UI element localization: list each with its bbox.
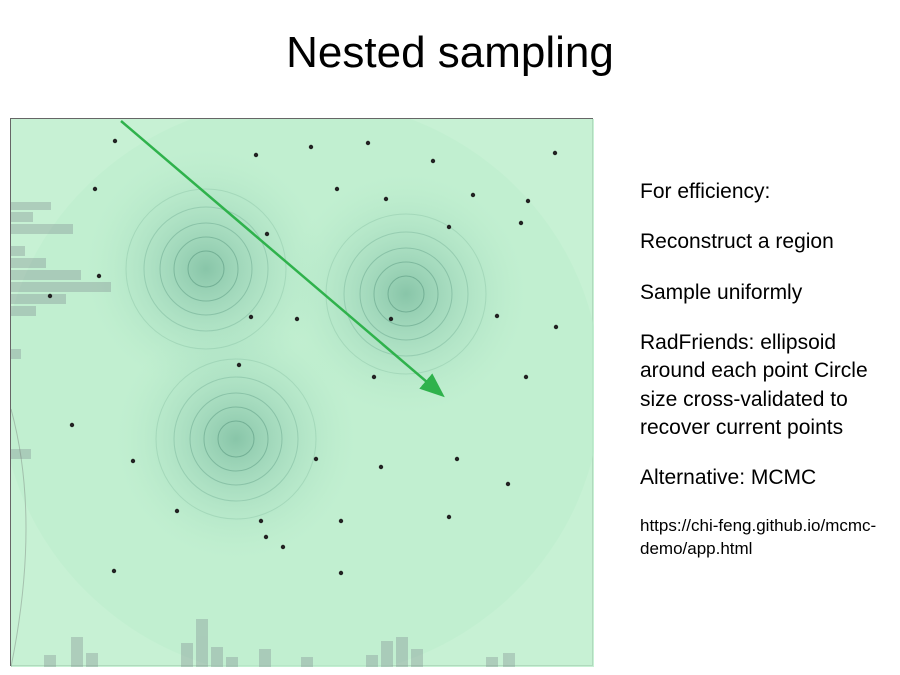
side-text-column: For efficiency: Reconstruct a region Sam… bbox=[640, 178, 896, 561]
text-efficiency: For efficiency: bbox=[640, 178, 896, 206]
sampling-figure bbox=[10, 118, 593, 666]
text-reconstruct: Reconstruct a region bbox=[640, 228, 896, 256]
text-radfriends: RadFriends: ellipsoid around each point … bbox=[640, 329, 896, 442]
text-alternative: Alternative: MCMC bbox=[640, 464, 896, 492]
page-title: Nested sampling bbox=[0, 28, 900, 78]
text-link: https://chi-feng.github.io/mcmc-demo/app… bbox=[640, 515, 896, 561]
text-sample: Sample uniformly bbox=[640, 279, 896, 307]
